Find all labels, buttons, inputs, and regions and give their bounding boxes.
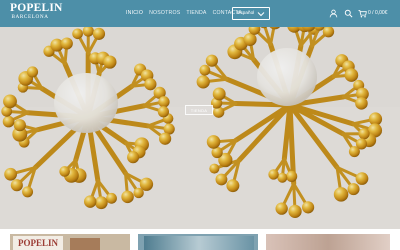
language-select[interactable]: Español: [232, 7, 270, 20]
site-logo[interactable]: POPELIN BARCELONA: [10, 2, 63, 25]
user-icon: [329, 9, 337, 17]
category-thumb-2-image: [144, 236, 254, 250]
logo-main-text: POPELIN: [10, 2, 63, 14]
category-thumb-3[interactable]: [266, 234, 390, 250]
category-thumb-1[interactable]: POPELIN: [10, 234, 130, 250]
chevron-down-icon: [257, 11, 265, 16]
hero-banner: TIENDA: [0, 27, 400, 229]
search-icon: [344, 9, 352, 17]
hero-image: [0, 27, 400, 229]
cart-total: 0 / 0,00€: [368, 10, 388, 16]
hero-shop-button[interactable]: TIENDA: [185, 105, 213, 115]
category-thumb-1-label: POPELIN: [13, 236, 63, 250]
user-account-button[interactable]: [328, 8, 338, 18]
category-thumb-3-image: [266, 234, 390, 250]
logo-sub-text: BARCELONA: [11, 14, 49, 20]
header-icons: 0 / 0,00€: [328, 8, 387, 18]
category-thumb-1-box: [70, 238, 100, 250]
cart-button[interactable]: 0 / 0,00€: [358, 8, 387, 18]
language-label: Español: [237, 11, 255, 16]
cart-icon: [358, 9, 367, 17]
nav-item-nosotros[interactable]: NOSOTROS: [149, 10, 180, 16]
site-header: POPELIN BARCELONA INICIO NOSOTROS TIENDA…: [0, 0, 400, 27]
search-button[interactable]: [343, 8, 353, 18]
category-thumb-2[interactable]: [138, 234, 258, 250]
main-nav: INICIO NOSOTROS TIENDA CONTACTA: [126, 10, 242, 16]
nav-item-inicio[interactable]: INICIO: [126, 10, 143, 16]
nav-item-tienda[interactable]: TIENDA: [186, 10, 206, 16]
